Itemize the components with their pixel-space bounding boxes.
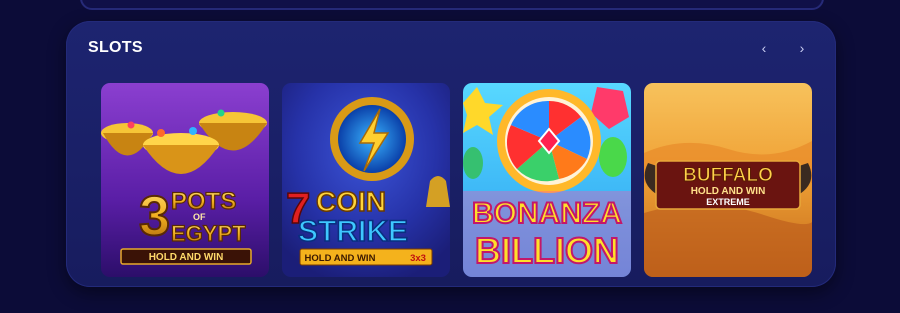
section-title: SLOTS xyxy=(88,39,143,56)
title-line3: EXTREME xyxy=(706,197,750,207)
title-line1: BUFFALO xyxy=(683,165,773,186)
title-line1: BONANZA xyxy=(472,197,622,230)
game-card-coin-strike[interactable]: 7 COIN STRIKE HOLD AND WIN 3x3 xyxy=(282,83,450,277)
previous-section-edge xyxy=(80,0,824,10)
game-card-3-pots-of-egypt[interactable]: 3 POTS OF EGYPT HOLD AND WIN xyxy=(101,83,269,277)
badge: 3x3 xyxy=(410,253,426,264)
title-line2: BILLION xyxy=(475,230,619,271)
title-word: COIN xyxy=(316,186,386,217)
carousel-next-button[interactable]: › xyxy=(791,37,813,59)
title-line2: EGYPT xyxy=(171,221,246,246)
game-thumbnail: 7 COIN STRIKE HOLD AND WIN 3x3 xyxy=(282,83,450,277)
game-card-bonanza-billion[interactable]: BONANZA BILLION xyxy=(463,83,631,277)
carousel-prev-button[interactable]: ‹ xyxy=(753,37,775,59)
subtitle: HOLD AND WIN xyxy=(305,253,376,264)
subtitle: HOLD AND WIN xyxy=(149,252,224,263)
chevron-right-icon: › xyxy=(799,40,805,56)
title-line2: STRIKE xyxy=(298,215,408,248)
slots-section: SLOTS ‹ › 3 POTS OF EGYPT HOLD AND WIN 7… xyxy=(66,21,836,287)
title-word: POTS xyxy=(171,188,236,215)
chevron-left-icon: ‹ xyxy=(761,40,767,56)
title-line2: HOLD AND WIN xyxy=(691,186,766,197)
game-thumbnail: 3 POTS OF EGYPT HOLD AND WIN xyxy=(101,83,269,277)
game-card-buffalo-hold-and-win-extreme[interactable]: BUFFALO HOLD AND WIN EXTREME xyxy=(644,83,812,277)
game-thumbnail: BONANZA BILLION xyxy=(463,83,631,277)
title-number: 3 xyxy=(139,184,170,247)
game-thumbnail: BUFFALO HOLD AND WIN EXTREME xyxy=(644,83,812,277)
